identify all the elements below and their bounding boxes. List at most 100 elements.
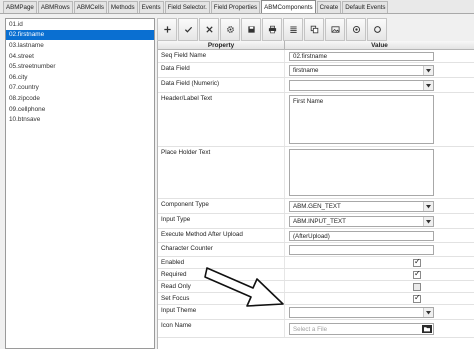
field-list-item-firstname[interactable]: 02.firstname: [6, 29, 154, 41]
target-icon: [352, 25, 360, 34]
place-holder-text-textarea[interactable]: [289, 149, 434, 196]
image-icon: [330, 26, 340, 33]
print-icon: [268, 25, 276, 34]
save-button[interactable]: [241, 18, 261, 41]
delete-button[interactable]: [199, 18, 219, 41]
input-type-value: ABM.INPUT_TEXT: [293, 218, 346, 225]
x-icon: [205, 26, 213, 33]
data-field-numeric-label: Data Field (Numeric): [158, 78, 285, 92]
data-field-value: firstname: [293, 67, 319, 74]
header-label-text-label: Header/Label Text: [158, 93, 285, 146]
dropdown-arrow-icon[interactable]: [423, 308, 433, 317]
field-list-item-street[interactable]: 04.street: [6, 51, 154, 62]
tab-events[interactable]: Events: [138, 1, 164, 13]
character-counter-label: Character Counter: [158, 243, 285, 256]
data-field-numeric-select[interactable]: [289, 80, 434, 91]
circle-icon: [373, 26, 381, 33]
check-icon: [184, 26, 192, 33]
print-button[interactable]: [262, 18, 282, 41]
tab-methods[interactable]: Methods: [107, 1, 138, 13]
dropdown-arrow-icon[interactable]: [423, 217, 433, 226]
field-list-item-cellphone[interactable]: 09.cellphone: [6, 104, 154, 115]
execute-after-upload-input[interactable]: (AfterUpload): [289, 231, 434, 241]
read-only-checkbox[interactable]: [413, 283, 421, 291]
component-type-label: Component Type: [158, 199, 285, 213]
gear-icon: [226, 26, 234, 33]
tab-field-selector[interactable]: Field Selector.: [164, 1, 210, 13]
property-row: Component Type ABM.GEN_TEXT: [158, 199, 474, 214]
field-list-item-lastname[interactable]: 03.lastname: [6, 40, 154, 51]
property-row: Input Type ABM.INPUT_TEXT: [158, 214, 474, 229]
settings-button[interactable]: [220, 18, 240, 41]
component-type-value: ABM.GEN_TEXT: [293, 203, 341, 210]
property-row: Data Field firstname: [158, 63, 474, 78]
dropdown-arrow-icon[interactable]: [423, 81, 433, 90]
dropdown-arrow-icon[interactable]: [423, 66, 433, 75]
circle-button[interactable]: [367, 18, 387, 41]
input-theme-label: Input Theme: [158, 305, 285, 319]
header-label-text-textarea[interactable]: First Name: [289, 95, 434, 144]
data-field-select[interactable]: firstname: [289, 65, 434, 76]
property-row: Input Theme: [158, 305, 474, 320]
tab-bar: ABMPage ABMRows ABMCells Methods Events …: [0, 0, 474, 14]
icon-name-placeholder: Select a File: [293, 325, 328, 333]
property-row: Execute Method After Upload (AfterUpload…: [158, 229, 474, 243]
property-column-header: Property: [158, 41, 285, 49]
copy-icon: [310, 25, 318, 34]
set-focus-checkbox[interactable]: [413, 293, 421, 303]
image-button[interactable]: [325, 18, 345, 41]
toolbar: [157, 18, 474, 41]
target-button[interactable]: [346, 18, 366, 41]
icon-name-label: Icon Name: [158, 320, 285, 337]
tab-default-events[interactable]: Default Events: [342, 1, 389, 13]
tab-abmrows[interactable]: ABMRows: [37, 1, 73, 13]
character-counter-input[interactable]: [289, 245, 434, 255]
tab-abmpage[interactable]: ABMPage: [3, 1, 37, 13]
list-button[interactable]: [283, 18, 303, 41]
property-row: Required: [158, 269, 474, 281]
field-list-item-id[interactable]: 01.id: [6, 19, 154, 30]
add-button[interactable]: [157, 18, 177, 41]
seq-field-name-input[interactable]: 02.firstname: [289, 52, 434, 61]
folder-icon[interactable]: [422, 325, 432, 333]
read-only-label: Read Only: [158, 281, 285, 292]
input-type-select[interactable]: ABM.INPUT_TEXT: [289, 216, 434, 227]
tab-abmcells[interactable]: ABMCells: [73, 1, 107, 13]
property-grid-header: Property Value: [158, 41, 474, 50]
property-row: Read Only: [158, 281, 474, 293]
list-icon: [289, 26, 297, 33]
field-list-item-zipcode[interactable]: 08.zipcode: [6, 93, 154, 104]
enabled-label: Enabled: [158, 257, 285, 268]
field-list-item-country[interactable]: 07.country: [6, 83, 154, 94]
confirm-button[interactable]: [178, 18, 198, 41]
input-theme-select[interactable]: [289, 307, 434, 318]
execute-after-upload-label: Execute Method After Upload: [158, 229, 285, 242]
property-row: Seq Field Name 02.firstname: [158, 50, 474, 63]
set-focus-label: Set Focus: [158, 293, 285, 304]
component-type-select[interactable]: ABM.GEN_TEXT: [289, 201, 434, 212]
seq-field-name-label: Seq Field Name: [158, 50, 285, 62]
field-list-item-city[interactable]: 06.city: [6, 72, 154, 83]
required-label: Required: [158, 269, 285, 280]
field-list-item-streetnumber[interactable]: 05.streetnumber: [6, 61, 154, 72]
property-row: Header/Label Text First Name: [158, 93, 474, 147]
tab-field-properties[interactable]: Field Properties: [210, 1, 261, 13]
input-type-label: Input Type: [158, 214, 285, 228]
icon-name-file-input[interactable]: Select a File: [289, 323, 434, 335]
property-row: Icon Name Select a File: [158, 320, 474, 338]
property-row: Place Holder Text: [158, 147, 474, 199]
property-row: Set Focus: [158, 293, 474, 305]
enabled-checkbox[interactable]: [413, 257, 421, 267]
property-row: Character Counter: [158, 243, 474, 257]
copy-button[interactable]: [304, 18, 324, 41]
place-holder-text-label: Place Holder Text: [158, 147, 285, 198]
save-icon: [247, 26, 255, 33]
required-checkbox[interactable]: [413, 269, 421, 279]
plus-icon: [163, 26, 171, 33]
field-list-item-btnsave[interactable]: 10.btnsave: [6, 114, 154, 125]
tab-create[interactable]: Create: [316, 1, 342, 13]
dropdown-arrow-icon[interactable]: [423, 202, 433, 211]
property-grid: Property Value Seq Field Name 02.firstna…: [157, 41, 474, 349]
field-list: 01.id 02.firstname 03.lastname 04.street…: [5, 18, 155, 349]
tab-abmcomponents[interactable]: ABMComponents: [261, 0, 316, 13]
